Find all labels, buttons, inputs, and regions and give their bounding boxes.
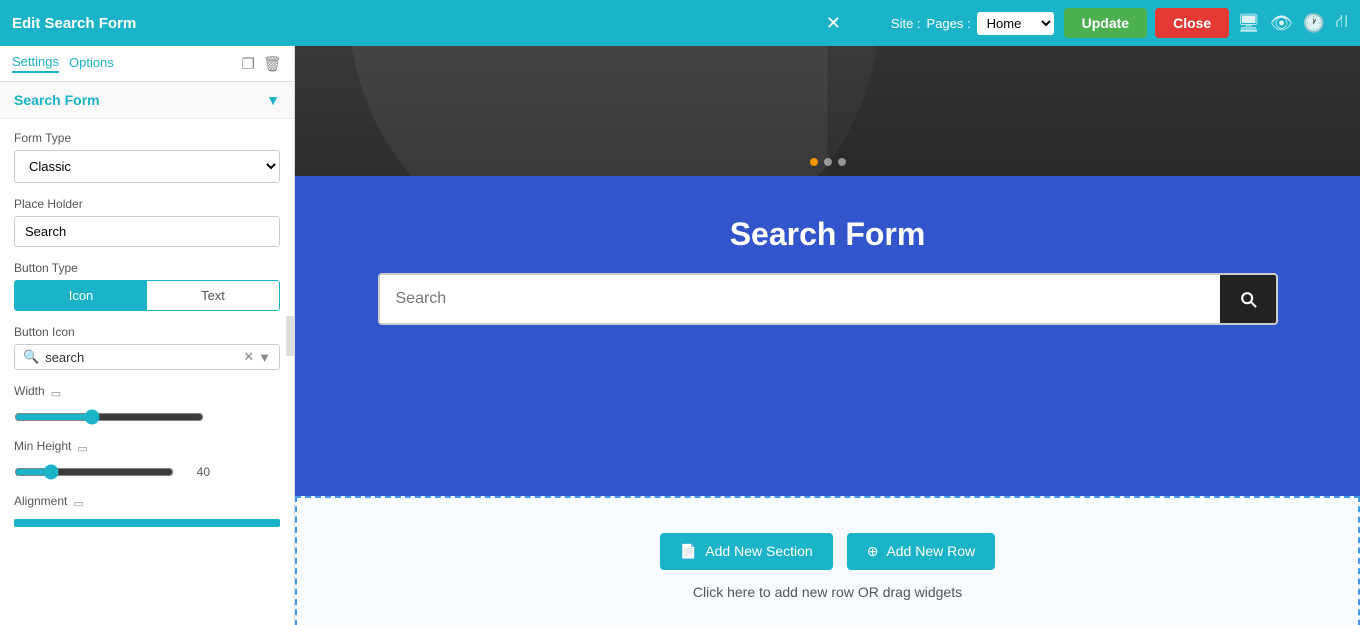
- btn-icon-option[interactable]: Icon: [15, 281, 147, 310]
- width-slider[interactable]: [14, 409, 204, 425]
- button-type-label: Button Type: [14, 261, 280, 275]
- add-section-area: 📄 Add New Section ⊕ Add New Row Click he…: [295, 496, 1360, 625]
- width-label: Width: [14, 384, 45, 398]
- sidebar-tab-icons: ❐ 🗑: [242, 55, 283, 73]
- width-slider-row: [14, 409, 280, 425]
- tab-settings[interactable]: Settings: [12, 54, 59, 73]
- placeholder-field: Place Holder: [14, 197, 280, 247]
- add-section-icon: 📄: [680, 543, 697, 560]
- canvas: Search Form 📄 Add New Section ⊕: [295, 46, 1360, 625]
- min-height-field: Min Height ▭ 40: [14, 439, 280, 480]
- section-title: Search Form: [14, 92, 100, 108]
- icon-value: search: [45, 350, 84, 365]
- section-header[interactable]: Search Form ▼: [0, 82, 294, 119]
- hero-section: [295, 46, 1360, 176]
- history-icon[interactable]: 🕐: [1303, 13, 1325, 34]
- add-row-icon: ⊕: [867, 543, 879, 560]
- tab-options[interactable]: Options: [69, 55, 114, 72]
- alignment-label: Alignment: [14, 494, 67, 508]
- min-height-icon: ▭: [77, 442, 87, 455]
- add-section-buttons: 📄 Add New Section ⊕ Add New Row: [660, 533, 995, 570]
- min-height-value: 40: [182, 465, 210, 479]
- min-height-label: Min Height: [14, 439, 71, 453]
- search-form-heading: Search Form: [730, 216, 926, 253]
- placeholder-label: Place Holder: [14, 197, 280, 211]
- add-new-section-button[interactable]: 📄 Add New Section: [660, 533, 833, 570]
- alignment-label-row: Alignment ▭: [14, 494, 280, 513]
- placeholder-input[interactable]: [14, 216, 280, 247]
- min-height-label-row: Min Height ▭: [14, 439, 280, 458]
- button-icon-label: Button Icon: [14, 325, 280, 339]
- add-section-hint: Click here to add new row OR drag widget…: [693, 584, 962, 600]
- search-submit-icon: [1238, 289, 1258, 309]
- icon-select-inner: 🔍 search: [23, 349, 237, 365]
- width-field: Width ▭: [14, 384, 280, 425]
- form-type-label: Form Type: [14, 131, 280, 145]
- collapse-handle[interactable]: ‹: [286, 316, 295, 356]
- preview-icon[interactable]: 👁: [1270, 13, 1293, 34]
- icon-dropdown[interactable]: ▼: [258, 350, 271, 365]
- hero-dot-1: [810, 158, 818, 166]
- btn-text-option[interactable]: Text: [147, 281, 279, 310]
- button-icon-field: Button Icon 🔍 search ✕ ▼: [14, 325, 280, 370]
- delete-icon[interactable]: 🗑: [263, 55, 282, 73]
- add-new-row-button[interactable]: ⊕ Add New Row: [847, 533, 995, 570]
- topbar-right: Update Close 🖥 👁 🕐 ⛙: [1064, 8, 1348, 38]
- editor-title: Edit Search Form: [12, 15, 816, 32]
- search-bar-input[interactable]: [380, 276, 1220, 322]
- topbar: Edit Search Form ✕ Site : Pages : Home A…: [0, 0, 1360, 46]
- site-label: Site : Pages : Home About Contact: [891, 12, 1054, 35]
- icon-clear[interactable]: ✕: [243, 349, 254, 365]
- hero-dots: [810, 158, 846, 166]
- alignment-bar: [14, 519, 280, 527]
- sidebar-content: Form Type Classic Modern Minimal Place H…: [0, 119, 294, 539]
- search-bar-container: [378, 273, 1278, 325]
- width-icon: ▭: [51, 387, 61, 400]
- search-bar-button[interactable]: [1220, 275, 1276, 323]
- sidebar: Settings Options ❐ 🗑 Search Form ▼ Form …: [0, 46, 295, 625]
- site-text: Site :: [891, 16, 921, 31]
- width-label-row: Width ▭: [14, 384, 280, 403]
- form-type-field: Form Type Classic Modern Minimal: [14, 131, 280, 183]
- icon-select-wrapper: 🔍 search ✕ ▼: [14, 344, 280, 370]
- main-area: Settings Options ❐ 🗑 Search Form ▼ Form …: [0, 46, 1360, 625]
- form-type-select[interactable]: Classic Modern Minimal: [14, 150, 280, 183]
- close-button[interactable]: Close: [1155, 8, 1229, 38]
- add-row-label: Add New Row: [886, 543, 975, 559]
- icon-select-controls: ✕ ▼: [243, 349, 271, 365]
- desktop-icon[interactable]: 🖥: [1237, 13, 1260, 34]
- search-form-section: Search Form: [295, 176, 1360, 496]
- alignment-icon: ▭: [73, 497, 83, 510]
- sidebar-tabs: Settings Options ❐ 🗑: [0, 46, 294, 82]
- min-height-slider-row: 40: [14, 464, 280, 480]
- topbar-icons: 🖥 👁 🕐 ⛙: [1237, 11, 1348, 35]
- hero-dot-3: [838, 158, 846, 166]
- pages-select[interactable]: Home About Contact: [977, 12, 1054, 35]
- search-icon-small: 🔍: [23, 349, 39, 365]
- sitemap-icon[interactable]: ⛙: [1335, 11, 1348, 35]
- add-section-label: Add New Section: [705, 543, 812, 559]
- hero-dot-2: [824, 158, 832, 166]
- section-arrow: ▼: [266, 92, 280, 108]
- copy-icon[interactable]: ❐: [242, 55, 255, 73]
- button-type-group: Icon Text: [14, 280, 280, 311]
- update-button[interactable]: Update: [1064, 8, 1147, 38]
- button-type-field: Button Type Icon Text: [14, 261, 280, 311]
- min-height-slider[interactable]: [14, 464, 174, 480]
- pages-text: Pages :: [927, 16, 971, 31]
- panel-close-x[interactable]: ✕: [826, 13, 841, 34]
- alignment-field: Alignment ▭: [14, 494, 280, 527]
